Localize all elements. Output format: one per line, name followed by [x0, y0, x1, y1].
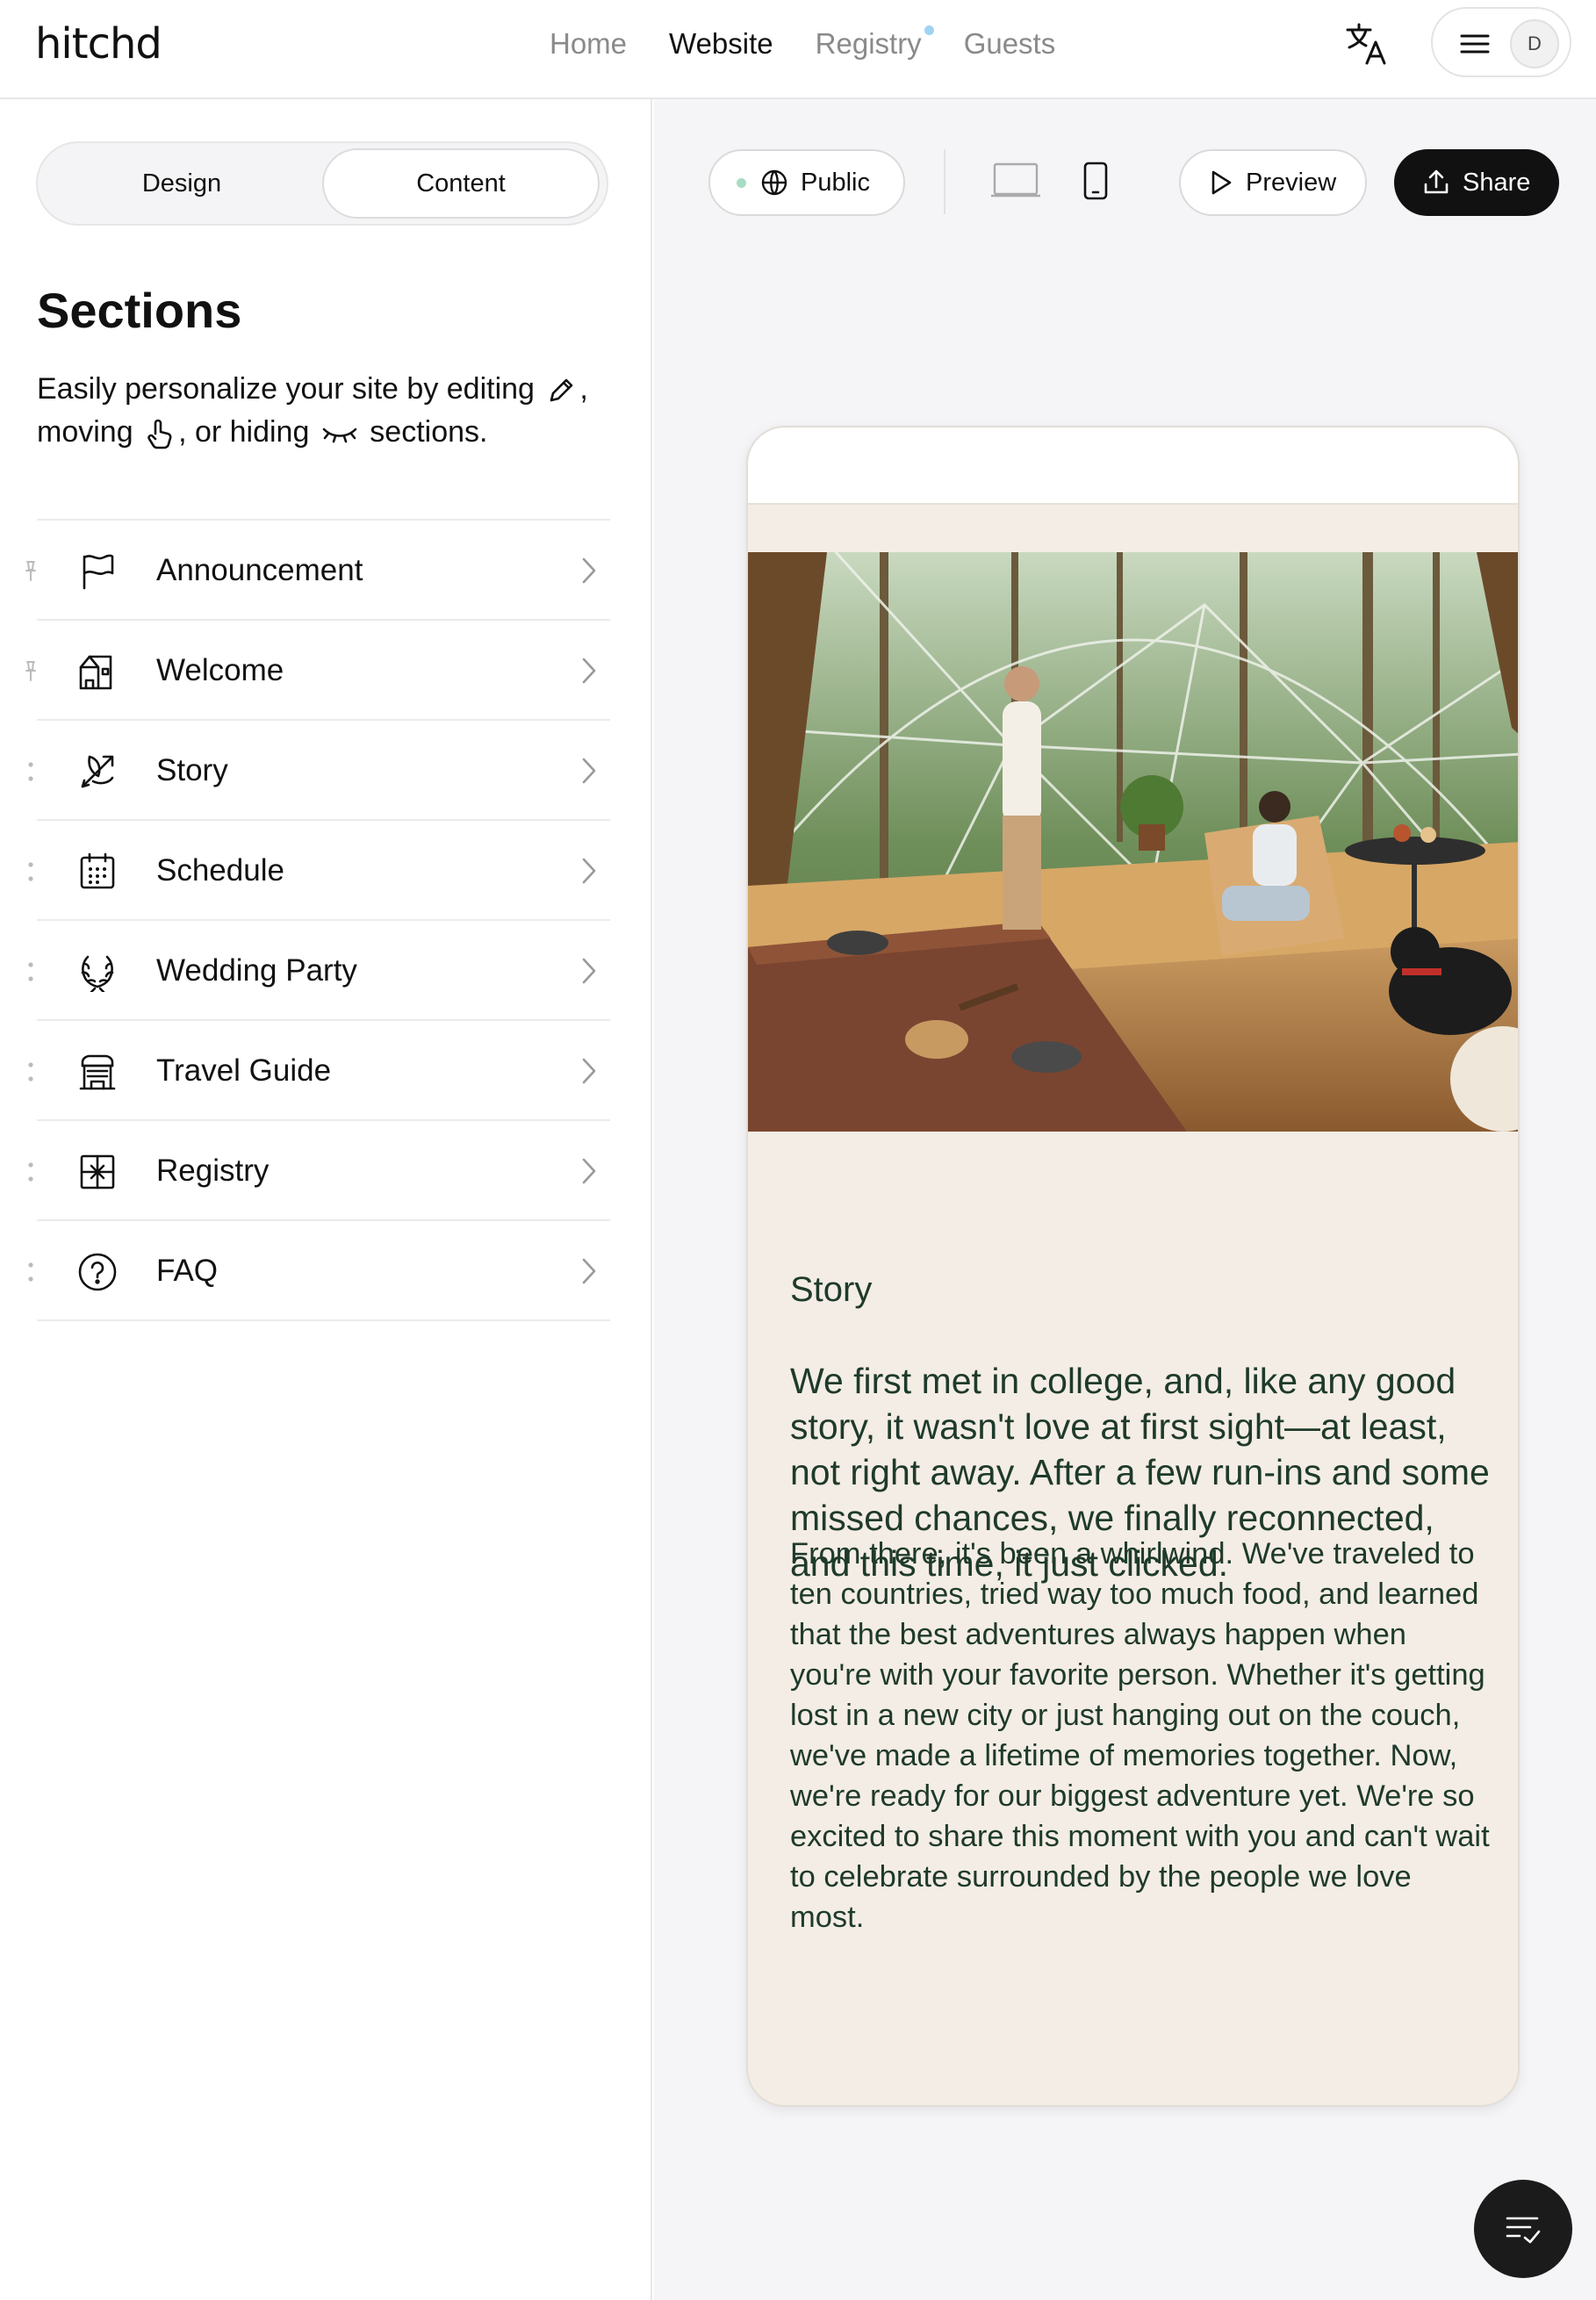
chevron-right-icon [582, 1258, 596, 1284]
section-label: Welcome [156, 653, 284, 687]
drag-handle-icon[interactable] [25, 1060, 37, 1084]
tab-content[interactable]: Content [322, 148, 600, 219]
visibility-button[interactable]: Public [708, 149, 905, 216]
section-label: Announcement [156, 553, 363, 587]
nav-guests[interactable]: Guests [964, 27, 1056, 61]
section-row-announcement[interactable]: Announcement [25, 521, 610, 621]
house-icon [79, 655, 112, 690]
preview-area: Public Preview Share Story We first met … [654, 99, 1596, 2300]
drag-handle-icon[interactable] [25, 859, 37, 884]
section-label: Story [156, 753, 228, 787]
page-title: Sections [37, 283, 242, 338]
gift-icon [80, 1154, 115, 1190]
share-button[interactable]: Share [1394, 149, 1559, 216]
hamburger-icon [1460, 34, 1490, 54]
section-row-registry[interactable]: Registry [28, 1121, 610, 1221]
section-row-wedding-party[interactable]: Wedding Party [28, 921, 610, 1021]
sections-description: Easily personalize your site by editing … [37, 368, 616, 454]
drag-handle-icon[interactable] [25, 759, 37, 784]
play-icon [1211, 170, 1232, 195]
desc-text-3: , or hiding [178, 415, 310, 449]
section-row-faq[interactable]: FAQ [28, 1221, 610, 1321]
laurel-icon [81, 955, 114, 992]
toolbar-divider [944, 149, 945, 214]
translate-icon[interactable] [1343, 19, 1392, 68]
story-heading: Story [790, 1270, 873, 1309]
desc-text-1: Easily personalize your site by editing [37, 372, 535, 406]
globe-icon [761, 169, 787, 196]
visibility-label: Public [801, 168, 870, 197]
pin-icon[interactable] [25, 659, 37, 684]
drag-handle-icon[interactable] [25, 1160, 37, 1184]
hand-pointer-icon [145, 418, 175, 449]
tab-design[interactable]: Design [43, 148, 320, 219]
nav-registry[interactable]: Registry [815, 25, 934, 61]
chevron-right-icon [582, 958, 596, 984]
desc-text-4: sections. [370, 415, 488, 449]
drag-handle-icon[interactable] [25, 960, 37, 984]
section-row-story[interactable]: Story [28, 721, 610, 821]
preview-header-bar [748, 428, 1518, 505]
logo[interactable]: hitchd [35, 19, 162, 68]
status-dot [737, 177, 746, 188]
building-icon [79, 1054, 116, 1090]
preview-label: Preview [1246, 168, 1337, 197]
upload-icon [1424, 169, 1449, 194]
couple-photo [748, 552, 1518, 1132]
pencil-icon [546, 376, 576, 406]
sidebar: Design Content Sections Easily personali… [0, 99, 652, 2300]
user-menu-button[interactable]: D [1431, 7, 1571, 77]
drag-handle-icon[interactable] [25, 1260, 37, 1284]
share-label: Share [1463, 168, 1531, 197]
notification-dot [924, 25, 934, 35]
nav-website[interactable]: Website [669, 27, 773, 61]
section-label: Schedule [156, 853, 284, 888]
eye-closed-icon [321, 422, 358, 445]
mobile-preview-frame: Story We first met in college, and, like… [746, 426, 1520, 2107]
section-label: Registry [156, 1154, 270, 1188]
nav-home[interactable]: Home [550, 27, 627, 61]
section-label: FAQ [156, 1254, 219, 1288]
design-content-toggle: Design Content [36, 141, 608, 226]
cupid-arrow-icon [81, 755, 114, 788]
avatar: D [1510, 19, 1559, 68]
sections-list: Announcement Welcome Story Schedule Wedd… [25, 519, 610, 1321]
checklist-icon [1506, 2217, 1541, 2244]
pin-icon[interactable] [25, 559, 37, 584]
preview-button[interactable]: Preview [1179, 149, 1367, 216]
calendar-icon [80, 852, 115, 889]
checklist-fab[interactable] [1474, 2180, 1572, 2278]
section-label: Wedding Party [156, 953, 357, 988]
chevron-right-icon [582, 557, 596, 584]
section-row-welcome[interactable]: Welcome [25, 621, 610, 721]
laptop-icon[interactable] [989, 162, 1042, 201]
story-body: From there, it's been a whirlwind. We've… [790, 1537, 1490, 1934]
chevron-right-icon [582, 1158, 596, 1184]
flag-icon [83, 554, 114, 590]
chevron-right-icon [582, 658, 596, 684]
nav-registry-label: Registry [815, 27, 922, 60]
chevron-right-icon [582, 1058, 596, 1084]
phone-icon[interactable] [1082, 161, 1109, 201]
question-icon [78, 1253, 117, 1291]
top-bar: hitchd Home Website Registry Guests D [0, 0, 1596, 99]
main-nav: Home Website Registry Guests [550, 0, 1055, 88]
chevron-right-icon [582, 758, 596, 784]
section-row-travel-guide[interactable]: Travel Guide [28, 1021, 610, 1121]
chevron-right-icon [582, 858, 596, 884]
section-row-schedule[interactable]: Schedule [28, 821, 610, 921]
section-label: Travel Guide [156, 1053, 332, 1088]
